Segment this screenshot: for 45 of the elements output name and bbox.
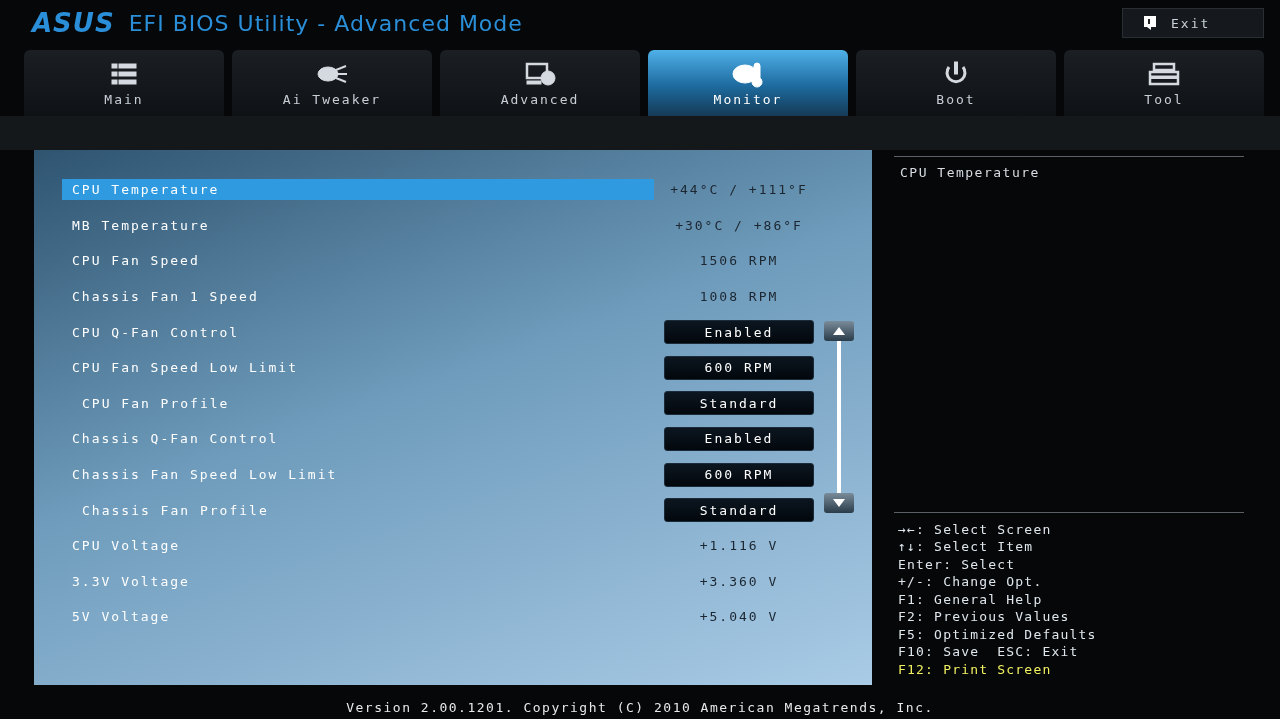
key-hint: F12: Print Screen	[898, 660, 1053, 678]
key-hint: F10: Save ESC: Exit	[898, 643, 1080, 661]
key-hint: →←: Select Screen	[898, 520, 1053, 538]
key-hint: Enter: Select	[898, 555, 1017, 573]
reading-value: +5.040 V	[699, 609, 779, 625]
tab[interactable]: Advanced	[440, 50, 640, 116]
tab[interactable]: Tool	[1064, 50, 1264, 116]
setting-label[interactable]: MB Temperature	[62, 214, 654, 236]
key-hint: F1: General Help	[898, 590, 1044, 608]
reading-value: 1506 RPM	[699, 253, 779, 269]
reading-value: +44°C / +111°F	[670, 182, 808, 198]
key-hint: ↑↓: Select Item	[898, 538, 1035, 556]
reading-value: +3.360 V	[699, 573, 779, 589]
option-dropdown[interactable]: Standard	[664, 391, 814, 416]
thermometer-icon	[730, 59, 766, 88]
key-hint: +/-: Change Opt.	[898, 573, 1044, 591]
reading-value: +1.116 V	[699, 538, 779, 554]
scroll-up-button[interactable]	[824, 321, 854, 341]
reading-value: 1008 RPM	[699, 289, 779, 305]
setting-label[interactable]: CPU Fan Profile	[62, 392, 654, 414]
exit-button[interactable]: Exit	[1122, 8, 1264, 38]
version-footer: Version 2.00.1201. Copyright (C) 2010 American Megatrends, Inc.	[0, 700, 1280, 719]
setting-label[interactable]: CPU Fan Speed Low Limit	[62, 357, 654, 379]
window-title: EFI BIOS Utility - Advanced Mode	[128, 10, 523, 36]
option-dropdown[interactable]: Standard	[664, 498, 814, 523]
asus-logo: ASUS	[32, 8, 115, 38]
key-hint: F2: Previous Values	[898, 608, 1071, 626]
setting-label[interactable]: CPU Q-Fan Control	[62, 321, 654, 343]
option-dropdown[interactable]: 600 RPM	[664, 462, 814, 487]
tab[interactable]: Ai Tweaker	[232, 50, 432, 116]
up-arrow-icon	[833, 327, 845, 335]
tab[interactable]: Boot	[856, 50, 1056, 116]
option-dropdown[interactable]: Enabled	[664, 320, 814, 345]
setting-label[interactable]: CPU Fan Speed	[62, 250, 654, 272]
setting-label[interactable]: Chassis Fan 1 Speed	[62, 286, 654, 308]
help-text: CPU Temperature	[899, 164, 1041, 182]
down-arrow-icon	[833, 499, 845, 507]
tab[interactable]: Main	[24, 50, 224, 116]
scrollbar-track[interactable]	[837, 341, 841, 493]
reading-value: +30°C / +86°F	[675, 217, 803, 233]
scroll-down-button[interactable]	[824, 493, 854, 513]
key-hint: F5: Optimized Defaults	[898, 625, 1098, 643]
option-dropdown[interactable]: 600 RPM	[664, 355, 814, 380]
option-dropdown[interactable]: Enabled	[664, 426, 814, 451]
tab[interactable]: Monitor	[648, 50, 848, 116]
